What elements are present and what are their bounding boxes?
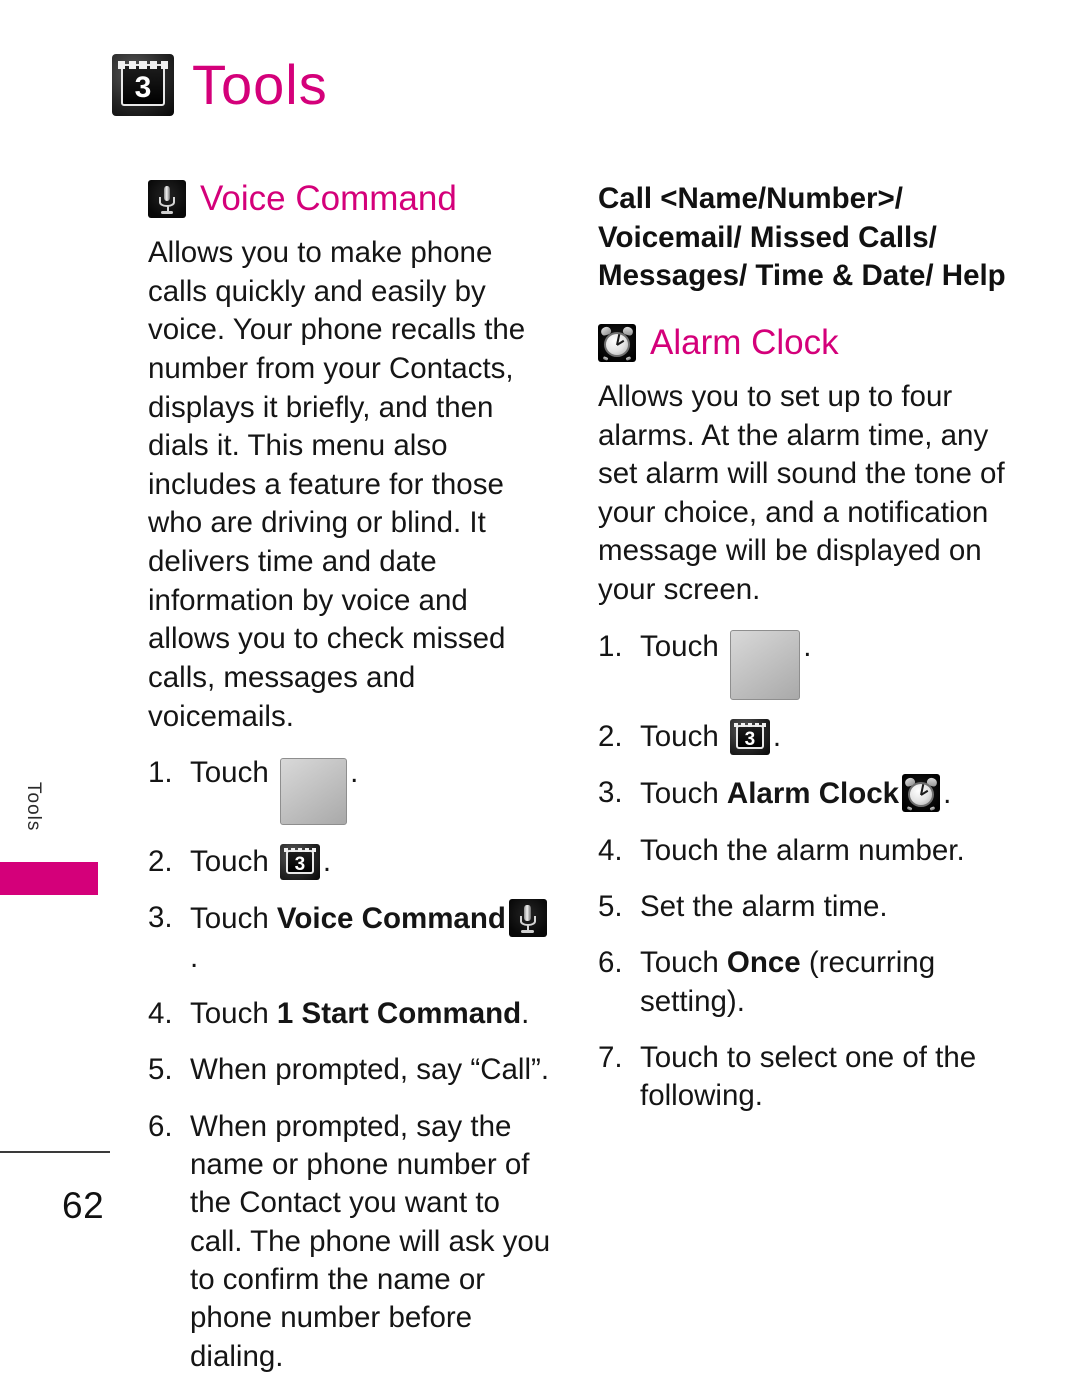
step-text: When prompted, say “Call”. — [190, 1053, 550, 1087]
step-text: Touch — [190, 902, 277, 936]
step-item: 3. Touch Voice Command . — [148, 899, 552, 977]
step-text-bold: Voice Command — [276, 902, 506, 936]
step-item: 4. Touch 1 Start Command. — [148, 995, 552, 1033]
alarm-clock-icon — [902, 774, 941, 813]
steps-voice-command: 1. Touch . 2. Touch 3 . 3. Touch Voice Comm… — [148, 754, 552, 1376]
chapter-header: 3 Tools — [112, 54, 328, 116]
step-text-suffix: . — [350, 756, 359, 790]
manual-page: 3 Tools Tools 62 Voice Command Allows yo… — [0, 0, 1080, 1373]
step-item: 4. Touch the alarm number. — [598, 832, 1020, 870]
step-text-suffix: . — [943, 777, 952, 811]
step-number: 4. — [598, 833, 623, 867]
step-item: 5. When prompted, say “Call”. — [148, 1051, 552, 1089]
step-text-suffix: . — [772, 719, 782, 753]
step-text: Touch — [190, 996, 277, 1030]
menu-three-icon: 3 — [279, 843, 320, 880]
step-text-bold: 1 Start Command — [276, 996, 522, 1030]
step-number: 2. — [148, 844, 173, 878]
menu-three-icon: 3 — [112, 54, 174, 116]
step-text-bold: Alarm Clock — [726, 777, 900, 811]
step-text: Touch to select one of the following. — [640, 1041, 977, 1113]
section-title-voice-command: Voice Command — [200, 178, 457, 218]
voice-command-options-list: Call <Name/Number>/ Voicemail/ Missed Ca… — [598, 182, 1006, 293]
step-item: 5. Set the alarm time. — [598, 888, 1020, 926]
step-item: 3. Touch Alarm Clock . — [598, 774, 1020, 813]
step-text-suffix: . — [190, 940, 199, 974]
menu-three-icon-label: 3 — [134, 70, 152, 104]
footer-divider — [0, 1151, 110, 1153]
step-item: 7. Touch to select one of the following. — [598, 1039, 1020, 1116]
step-text: Set the alarm time. — [640, 889, 888, 923]
step-number: 4. — [148, 996, 173, 1030]
step-text: Touch — [640, 719, 727, 753]
step-text-suffix: . — [322, 844, 332, 878]
step-text: Touch — [640, 629, 727, 663]
microphone-icon — [148, 180, 186, 218]
step-number: 1. — [148, 756, 173, 790]
grid-menu-icon — [279, 757, 348, 825]
section-body-voice-command: Allows you to make phone calls quickly a… — [148, 236, 526, 733]
section-body-alarm-clock: Allows you to set up to four alarms. At … — [598, 379, 1005, 607]
grid-menu-icon — [729, 629, 801, 700]
step-number: 6. — [598, 946, 623, 980]
section-header-voice-command: Voice Command — [148, 180, 552, 218]
step-number: 2. — [598, 719, 623, 753]
step-number: 3. — [598, 776, 623, 810]
step-number: 5. — [148, 1053, 173, 1087]
step-number: 6. — [148, 1109, 173, 1143]
step-number: 5. — [598, 889, 623, 923]
step-text: Touch — [640, 777, 727, 811]
step-item: 6. Touch Once (recurring setting). — [598, 944, 1020, 1021]
step-text: Touch — [190, 844, 277, 878]
left-column: Voice Command Allows you to make phone c… — [148, 180, 552, 1394]
step-item: 6. When prompted, say the name or phone n… — [148, 1108, 552, 1376]
step-number: 7. — [598, 1041, 623, 1075]
step-text: When prompted, say the name or phone num… — [190, 1109, 551, 1373]
page-title: Tools — [192, 53, 328, 116]
section-title-alarm-clock: Alarm Clock — [650, 322, 839, 362]
right-column: Call <Name/Number>/ Voicemail/ Missed Ca… — [598, 180, 1020, 1134]
page-number: 62 — [62, 1185, 105, 1226]
steps-alarm-clock: 1. Touch . 2. Touch 3 . 3. Touch Alarm Cloc… — [598, 628, 1020, 1116]
menu-three-icon: 3 — [729, 718, 770, 755]
step-number: 3. — [148, 901, 173, 935]
step-text: Touch — [640, 946, 727, 980]
side-tab-marker — [0, 862, 98, 895]
step-text: Touch the alarm number. — [640, 833, 965, 867]
step-text-bold: Once — [726, 946, 801, 980]
step-number: 1. — [598, 629, 623, 663]
section-header-alarm-clock: Alarm Clock — [598, 324, 1020, 362]
alarm-clock-icon — [598, 323, 636, 362]
microphone-icon — [508, 899, 547, 938]
step-item: 1. Touch . — [148, 754, 552, 825]
step-item: 2. Touch 3 . — [598, 718, 1020, 756]
step-text-suffix: . — [803, 629, 812, 663]
step-item: 2. Touch 3 . — [148, 843, 552, 881]
step-item: 1. Touch . — [598, 628, 1020, 700]
menu-three-icon-label: 3 — [744, 728, 756, 750]
menu-three-icon-label: 3 — [294, 853, 306, 875]
step-text-suffix: . — [521, 996, 530, 1030]
step-text: Touch — [190, 756, 277, 790]
